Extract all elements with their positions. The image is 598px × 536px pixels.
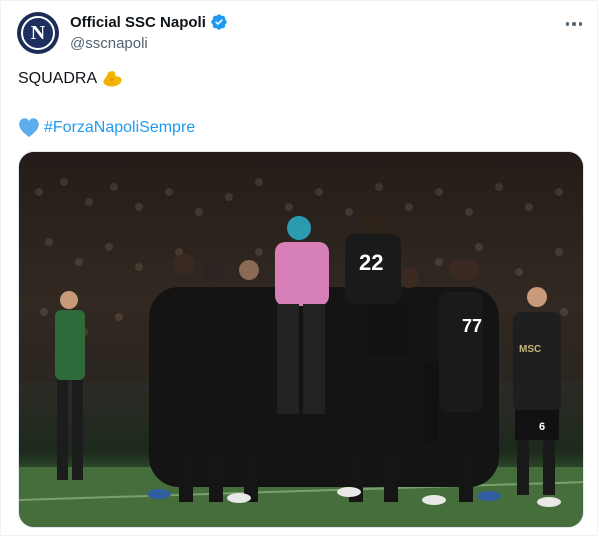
team-celebration-image: 22 77 MSC 6 [19, 152, 583, 527]
tweet-card[interactable]: N Official SSC Napoli @sscnapoli SQUADRA… [0, 0, 598, 536]
referee-figure [55, 291, 85, 480]
player-number-77: 77 [462, 316, 482, 336]
account-avatar[interactable]: N [17, 12, 59, 54]
shirt-sponsor-text: MSC [519, 344, 541, 355]
player-number-22: 22 [359, 250, 383, 275]
tweet-text: SQUADRA [18, 70, 98, 87]
tweet-text-line: SQUADRA [18, 68, 123, 90]
verified-badge-icon [211, 14, 227, 30]
flexed-biceps-icon [103, 71, 122, 87]
player-number-6: 6 [539, 421, 545, 433]
account-handle[interactable]: @sscnapoli [70, 35, 148, 52]
tweet-photo[interactable]: 22 77 MSC 6 [18, 151, 584, 528]
light-blue-heart-icon [19, 118, 39, 138]
logo-letter: N [30, 22, 46, 44]
napoli-logo: N [21, 16, 55, 50]
more-options-icon[interactable] [561, 11, 587, 37]
hashtag-line: #ForzaNapoliSempre [18, 117, 195, 139]
hashtag-link[interactable]: #ForzaNapoliSempre [44, 119, 195, 137]
author-name-row: Official SSC Napoli [70, 13, 228, 31]
display-name[interactable]: Official SSC Napoli [70, 14, 206, 31]
